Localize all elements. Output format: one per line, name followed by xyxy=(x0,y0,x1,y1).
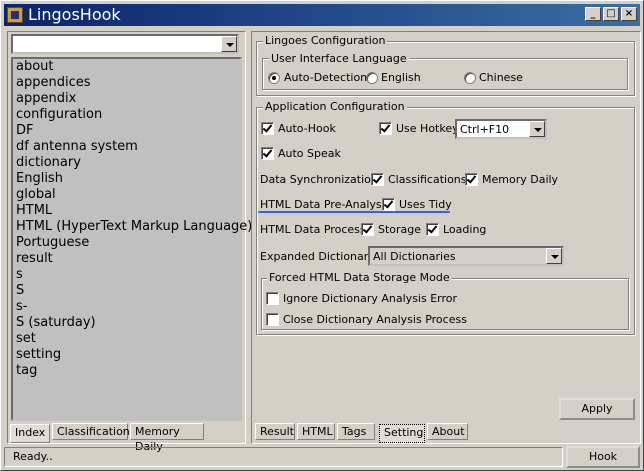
list-item[interactable]: s- xyxy=(13,299,240,315)
minimize-button[interactable]: _ xyxy=(585,7,601,21)
close-process-checkbox[interactable] xyxy=(266,313,279,326)
chevron-down-icon[interactable] xyxy=(529,121,545,137)
hotkey-value: Ctrl+F10 xyxy=(460,123,510,136)
list-item[interactable]: setting xyxy=(13,347,240,363)
uses-tidy-label: Uses Tidy xyxy=(399,198,452,211)
auto-speak-checkbox[interactable] xyxy=(261,147,274,160)
tab-memory-daily[interactable]: Memory Daily xyxy=(130,423,204,453)
list-item[interactable]: df antenna system xyxy=(13,139,240,155)
list-item[interactable]: HTML xyxy=(13,203,240,219)
ui-language-title: User Interface Language xyxy=(269,52,409,65)
list-item[interactable]: configuration xyxy=(13,107,240,123)
auto-detection-label: Auto-Detection xyxy=(284,71,368,84)
app-logo-icon xyxy=(7,7,23,23)
search-combo[interactable] xyxy=(11,34,239,54)
auto-hook-label: Auto-Hook xyxy=(278,122,336,135)
close-process-label: Close Dictionary Analysis Process xyxy=(283,313,467,326)
radio-chinese[interactable] xyxy=(464,72,476,84)
list-item[interactable]: appendices xyxy=(13,75,240,91)
list-item[interactable]: about xyxy=(13,59,240,75)
process-label: HTML Data Process xyxy=(260,223,366,236)
list-item[interactable]: result xyxy=(13,251,240,267)
app-config-title: Application Configuration xyxy=(263,100,407,113)
forced-storage-title: Forced HTML Data Storage Mode xyxy=(267,271,452,284)
tab-about[interactable]: About xyxy=(427,423,468,440)
memory-daily-checkbox[interactable] xyxy=(465,173,478,186)
list-item[interactable]: set xyxy=(13,331,240,347)
highlight-underline xyxy=(258,211,450,213)
list-item[interactable]: English xyxy=(13,171,240,187)
radio-english[interactable] xyxy=(366,72,378,84)
use-hotkey-checkbox[interactable] xyxy=(379,122,392,135)
hotkey-select[interactable]: Ctrl+F10 xyxy=(455,119,547,139)
data-sync-label: Data Synchronization xyxy=(260,173,378,186)
main-window: LingosHook _ □ × about appendices append… xyxy=(0,0,644,471)
title-bar[interactable]: LingosHook _ □ × xyxy=(4,4,640,26)
classifications-checkbox[interactable] xyxy=(371,173,384,186)
list-item[interactable]: S xyxy=(13,283,240,299)
use-hotkey-label: Use Hotkey xyxy=(396,122,459,135)
ignore-error-checkbox[interactable] xyxy=(266,292,279,305)
list-item[interactable]: global xyxy=(13,187,240,203)
close-button[interactable]: × xyxy=(621,7,637,21)
hook-button[interactable]: Hook xyxy=(566,446,640,468)
classifications-label: Classifications xyxy=(388,173,467,186)
tab-result[interactable]: Result xyxy=(255,423,295,440)
list-item[interactable]: HTML (HyperText Markup Language) xyxy=(13,219,252,235)
radio-auto-detection[interactable] xyxy=(268,72,280,84)
list-item[interactable]: DF xyxy=(13,123,240,139)
status-text: Ready.. xyxy=(4,447,563,467)
ignore-error-label: Ignore Dictionary Analysis Error xyxy=(283,292,458,305)
uses-tidy-checkbox[interactable] xyxy=(382,198,395,211)
tab-classifications[interactable]: Classifications xyxy=(52,423,136,440)
maximize-button[interactable]: □ xyxy=(603,7,619,21)
list-item[interactable]: Portuguese xyxy=(13,235,240,251)
tab-index[interactable]: Index xyxy=(10,424,50,443)
chevron-down-icon[interactable] xyxy=(221,36,237,52)
tab-html[interactable]: HTML xyxy=(297,423,335,440)
auto-speak-label: Auto Speak xyxy=(278,147,341,160)
auto-hook-checkbox[interactable] xyxy=(261,122,274,135)
storage-checkbox[interactable] xyxy=(361,223,374,236)
list-item[interactable]: S (saturday) xyxy=(13,315,240,331)
chinese-label: Chinese xyxy=(479,71,523,84)
list-item[interactable]: appendix xyxy=(13,91,240,107)
expanded-dictionary-label: Expanded Dictionary xyxy=(260,250,375,263)
list-item[interactable]: dictionary xyxy=(13,155,240,171)
tab-tags[interactable]: Tags xyxy=(337,423,375,440)
list-item[interactable]: tag xyxy=(13,363,240,379)
expanded-dictionary-select[interactable]: All Dictionaries xyxy=(368,246,564,266)
tab-setting[interactable]: Setting xyxy=(379,424,425,443)
lingoes-config-title: Lingoes Configuration xyxy=(263,34,388,47)
memory-daily-label: Memory Daily xyxy=(482,173,559,186)
pre-analyse-label: HTML Data Pre-Analyse xyxy=(260,198,389,211)
list-item[interactable]: s xyxy=(13,267,240,283)
chevron-down-icon[interactable] xyxy=(546,248,562,264)
english-label: English xyxy=(381,71,421,84)
word-list[interactable]: about appendices appendix configuration … xyxy=(11,57,252,421)
expanded-dictionary-value: All Dictionaries xyxy=(373,250,456,263)
storage-label: Storage xyxy=(378,223,422,236)
loading-label: Loading xyxy=(443,223,487,236)
window-title: LingosHook xyxy=(28,5,121,24)
apply-button[interactable]: Apply xyxy=(559,398,635,420)
loading-checkbox[interactable] xyxy=(426,223,439,236)
